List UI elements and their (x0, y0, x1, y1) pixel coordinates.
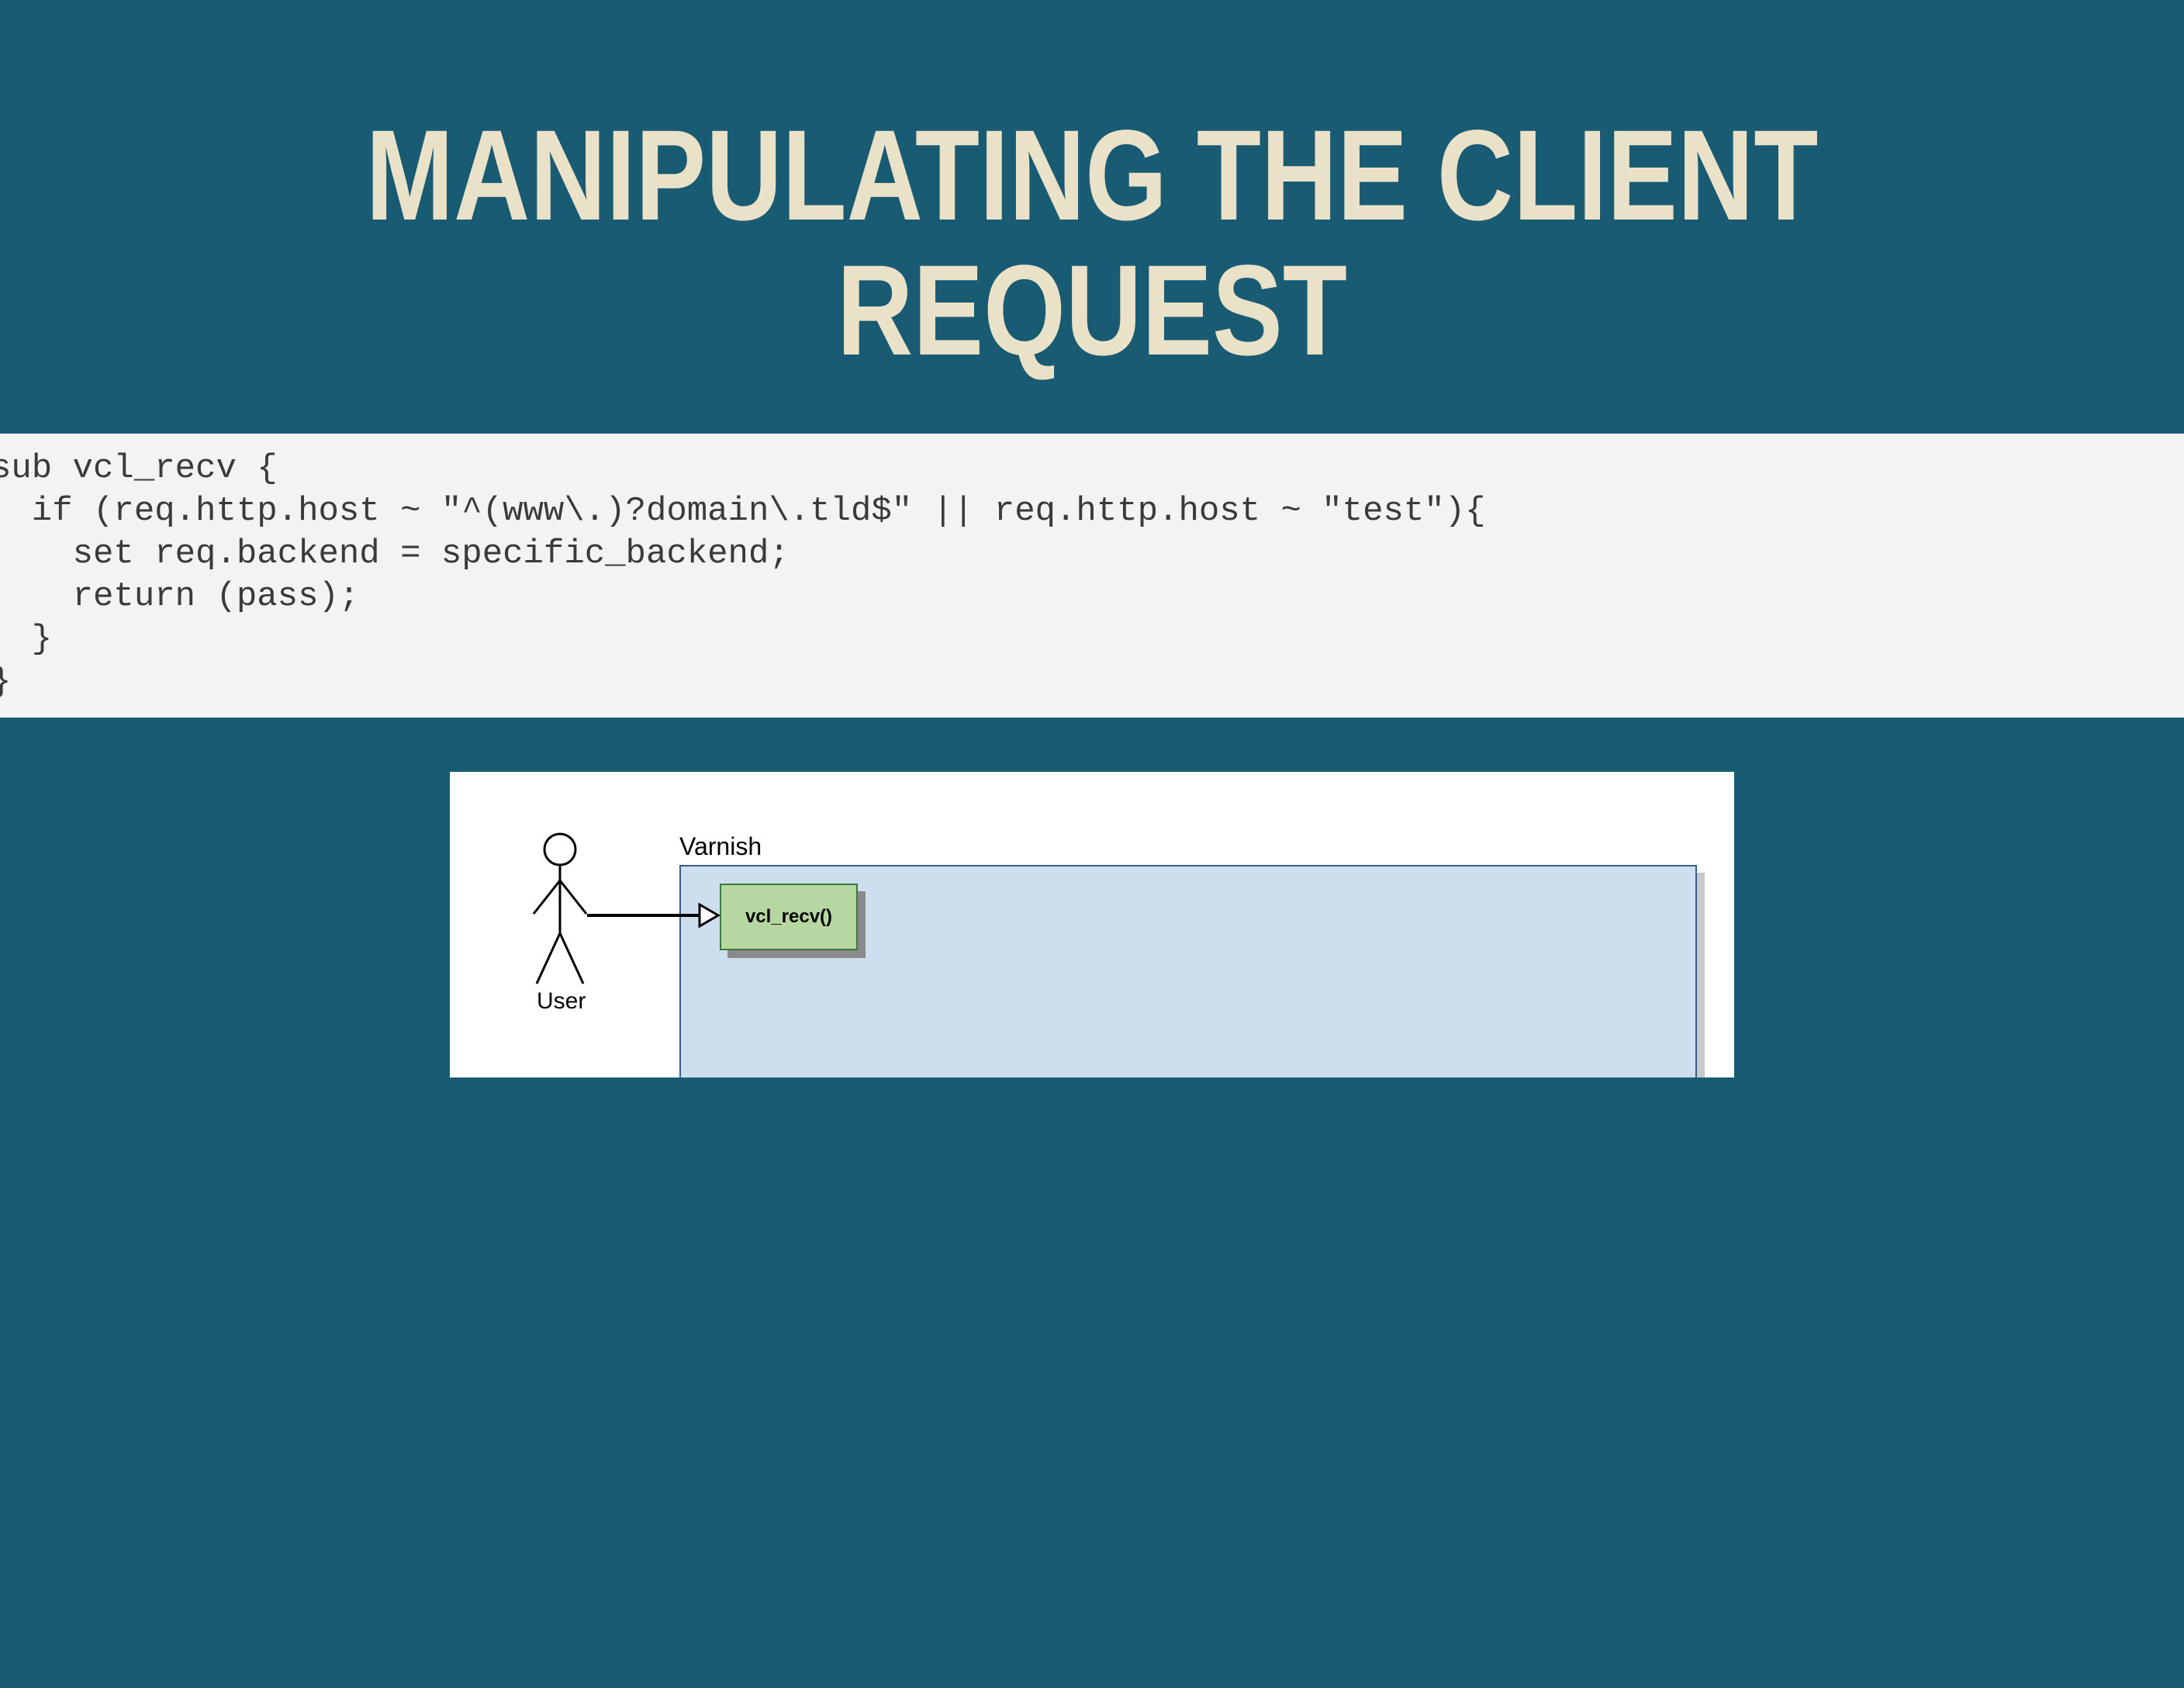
user-icon (529, 832, 591, 988)
code-block: sub vcl_recv { if (req.http.host ~ "^(ww… (0, 434, 2184, 718)
vcl-recv-label: vcl_recv() (745, 906, 832, 928)
slide-title: MANIPULATING THE CLIENT REQUEST (196, 0, 1987, 434)
arrow-head-icon (698, 903, 721, 928)
vcl-recv-box: vcl_recv() (720, 884, 858, 950)
slide-container: MANIPULATING THE CLIENT REQUEST sub vcl_… (0, 0, 2184, 1688)
varnish-label: Varnish (679, 832, 762, 861)
user-label: User (537, 988, 586, 1015)
arrow-line (587, 914, 707, 917)
diagram-container: User Varnish vcl_recv() (450, 772, 1734, 1077)
code-content: sub vcl_recv { if (req.http.host ~ "^(ww… (0, 448, 2184, 704)
